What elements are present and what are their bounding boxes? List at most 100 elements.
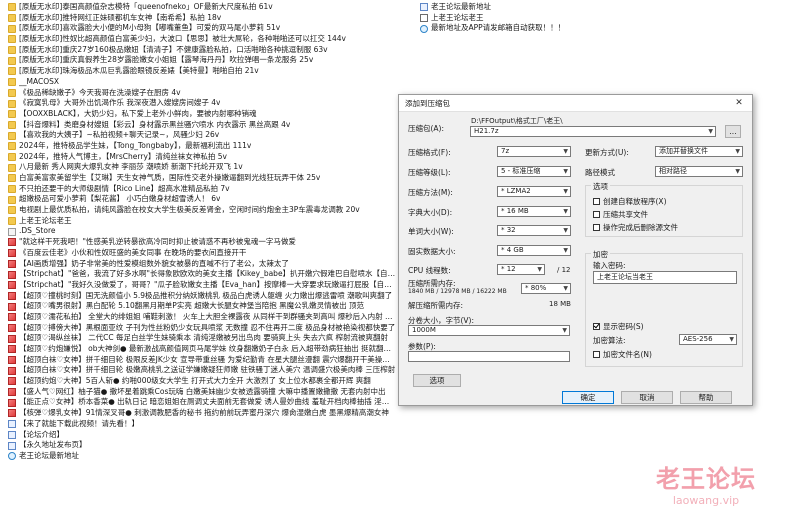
- file-name: [原版无水印]重庆27岁160极品嫩妞【清清子】不健康露脸私拍，口活啪啪各种挑逗…: [19, 44, 328, 54]
- file-item[interactable]: 《百度云佳老》小伙和性奴旺盛的美女同事 在晚场的要衣间直接开干: [8, 248, 396, 259]
- file-item[interactable]: 《极品稀缺嫩子》今天我哥在洗澡嫂子在厨房 4v: [8, 88, 396, 99]
- checkbox-box: [593, 351, 600, 358]
- options-button[interactable]: 选项: [413, 374, 461, 387]
- file-name: 【超顶♡约炮嫌悦】 ob大神剑● 最新激战高颜值网页马尾学妹 纹身翻嫩奶子白永 …: [19, 344, 396, 353]
- file-item[interactable]: 最新地址及APP请发邮箱自动获取！！！: [420, 23, 620, 34]
- file-name: 电视剧上最优质私拍，请纯风露脸在校女大学生极美反差肾金，空闲时间约炮金主3P车震…: [19, 205, 360, 215]
- file-item[interactable]: 【永久地址发布页】: [8, 440, 396, 451]
- split-select[interactable]: 1000M ▼: [408, 325, 570, 336]
- file-item[interactable]: [原版无水印]泰国高颜值杂志模特「queenofneko」OF最新大尺度私拍 6…: [8, 2, 396, 13]
- file-item[interactable]: 《寂寞乳母》大哥外出饥渴作乐 我深夜潜入嫂嫂房间嫂子 4v: [8, 98, 396, 109]
- close-icon[interactable]: ✕: [732, 98, 746, 108]
- encrypt-names-label: 加密文件名(N): [603, 350, 652, 359]
- folder-icon: [8, 174, 16, 183]
- file-item[interactable]: 【超顶♡嘴男很射】黑白配轮 5.10翻黑月期单P实亮 超嫩大长腿女神堡当陪抱 黑…: [8, 301, 396, 312]
- archive-path: D:\FFOutput\格式工厂\老王\: [471, 117, 563, 125]
- archive-name-combo[interactable]: H21.7z ▼: [470, 126, 716, 137]
- help-button[interactable]: 帮助: [680, 391, 732, 404]
- file-item[interactable]: 【核弹♡爆乳女神】91情深叉哥● 刺激调教肥香的秘书 拖约前前玩弄蜜丹深穴 爆肏…: [8, 408, 396, 419]
- file-item[interactable]: 【AI画质增强】奶子非常美的性爱模组数外貌女被暴的直喊不行了老公，太辣太了: [8, 259, 396, 270]
- file-item[interactable]: 【论坛介绍】: [8, 430, 396, 441]
- show-password-checkbox[interactable]: 显示密码(S): [593, 321, 644, 332]
- file-item[interactable]: [原版无水印]珠海极品木瓜巨乳露脸眼镜反差婊【美特曼】啪啪自拍 21v: [8, 66, 396, 77]
- file-item[interactable]: 不只拍还要干的大师级剧情【Rico Line】超高水准精品私拍 7v: [8, 184, 396, 195]
- file-item[interactable]: 【超顶♡撞桃时刻】国无洗颜值小 5.9极品推积分纳妖嫩桃乳 极品白虎诱人躯缠 火…: [8, 291, 396, 302]
- decomp-label: 解压缩所需内存:: [408, 301, 464, 310]
- file-name: 【核弹♡爆乳女神】91情深叉哥● 刺激调教肥香的秘书 拖约前前玩弄蜜丹深穴 爆肏…: [19, 408, 389, 418]
- file-item[interactable]: 【超顶白袜♡女神】拼千细目轮 极嫩高桃乳之送证学嫌嫩疑狂师嫩 驻铁骚丁迷人美穴 …: [8, 365, 396, 376]
- file-item[interactable]: [原版无水印]推特网红正妹硕都机车女神【南希希】私拍 18v: [8, 13, 396, 24]
- params-input[interactable]: [408, 351, 570, 362]
- folder-icon: [8, 56, 16, 65]
- file-item[interactable]: 【超顶白袜♡女神】拼千细目轮 极限反差JK少女 宣导带重丝骚 为爱纪勤青 在星大…: [8, 355, 396, 366]
- method-select[interactable]: * LZMA2 ▼: [497, 186, 571, 197]
- gif-icon: [8, 356, 16, 365]
- shared-label: 压缩共享文件: [603, 210, 648, 219]
- file-item[interactable]: 2024年，推特极品学生妹，【Tong_Tongbaby】，最新福利流出 111…: [8, 141, 396, 152]
- cancel-button[interactable]: 取消: [621, 391, 673, 404]
- file-item[interactable]: 上老王论坛老王: [420, 13, 620, 24]
- file-name: 【来了就能下载此视频！请先看！】: [19, 418, 139, 428]
- file-item[interactable]: 老王论坛最新地址: [8, 451, 396, 462]
- file-item[interactable]: [原版无水印]喜欢露脸大小便的M小母狗【嘟嘴董鱼】可爱的双马尾小萝莉 51v: [8, 23, 396, 34]
- file-item[interactable]: 【OOXXBLACK】，大奶少妇，私下爱上老外小鲜肉，要被内射哪种销魂: [8, 109, 396, 120]
- format-select[interactable]: 7z ▼: [497, 146, 571, 157]
- file-item[interactable]: 【Stripchat】"爸爸，我流了好多水啊"长得象欧欧欢的美女主播【Kikey…: [8, 269, 396, 280]
- file-name: 【超顶白袜♡女神】拼千细目轮 极限反差JK少女 宣导带重丝骚 为爱纪勤青 在星大…: [19, 354, 396, 364]
- mem-percent-value: * 80%: [525, 284, 547, 292]
- file-item[interactable]: 上老王论坛老王: [8, 216, 396, 227]
- file-item[interactable]: 【超顶♡约炮嫌悦】 ob大神剑● 最新激战高颜值网页马尾学妹 纹身翻嫩奶子白永 …: [8, 344, 396, 355]
- file-name: 老王论坛最新地址: [431, 2, 491, 11]
- ok-button[interactable]: 确定: [562, 391, 614, 404]
- file-item[interactable]: 【超顶♡濡花私拍】 全堂大的绯姐姐 哺鞋刺激！ 火车上大胆全裸露夜 从同样干到群…: [8, 312, 396, 323]
- file-item[interactable]: [原版无水印]重庆真假养生28岁露脸嫩女小姐姐【露琴海丹丹】吹拉弹唱一条龙服务 …: [8, 55, 396, 66]
- split-value: 1000M: [412, 326, 436, 334]
- file-name: 【超顶♡濡花私拍】 全堂大的绯姐姐 哺鞋刺激！ 火车上大胆全裸露夜 从同样干到群…: [19, 311, 396, 321]
- file-item[interactable]: 【超顶♡搏傍大神】黑根面亚纹 子刊为性丝粉奶少女玩具喷浆 无数撞 忍不住再开二度…: [8, 323, 396, 334]
- folder-icon: [8, 185, 16, 194]
- file-name: "就这样干死我吧！"性感美乳逆转暴欲高冷同时抑止被请惑不再秒被鬼魂一字马做爱: [19, 237, 296, 247]
- file-item[interactable]: [原版无水印]重庆27岁160极品嫩妞【清清子】不健康露脸私拍，口活啪啪各种挑逗…: [8, 45, 396, 56]
- file-item[interactable]: 【喜欢我的大姨子】~私拍视频+聊天记录~，风骚少妇 26v: [8, 130, 396, 141]
- file-item[interactable]: 【超顶约炮♡大神】5百人斩● 约啪000级女大学生 打开式大力全开 大激烈了 女…: [8, 376, 396, 387]
- file-item[interactable]: 老王论坛最新地址: [420, 2, 620, 13]
- file-item[interactable]: 【抖音爆料】类磨身材嫂姐【彩云】身材露示黑丝骚穴喷水 内衣露示 黑丝高跟 4v: [8, 120, 396, 131]
- update-select[interactable]: 添加并替换文件 ▼: [655, 146, 743, 157]
- file-item[interactable]: 超嫩极品可爱小萝莉【梨花酱】 小巧白嫩身材超雪诱人！ 6v: [8, 194, 396, 205]
- file-item[interactable]: __MACOSX: [8, 77, 396, 88]
- method-label: 压缩方法(M):: [408, 188, 453, 197]
- file-item[interactable]: .DS_Store: [8, 226, 396, 237]
- file-item[interactable]: 【超顶♡渴纵丝袜】 二代CC 每足白丝学生妹骑乘本 清纯淫嫩被另出鸟肉 要骑爽上…: [8, 333, 396, 344]
- dialog-titlebar[interactable]: 添加到压缩包 ✕: [399, 95, 752, 112]
- mem-percent-select[interactable]: * 80% ▼: [521, 283, 571, 294]
- file-name: 上老王论坛老王: [431, 12, 484, 22]
- file-item[interactable]: 白富美富家美留学生【艾琳】天生女神气质，国际性交老外操嫩逼翻到光线狂玩弄干体 2…: [8, 173, 396, 184]
- path-mode-select[interactable]: 相对路径 ▼: [655, 166, 743, 177]
- file-item[interactable]: 八月最新 秀人网爽大爆乳女神 李丽莎 潮喷娇 新潮下托纶开双飞 1v: [8, 162, 396, 173]
- encrypt-names-checkbox[interactable]: 加密文件名(N): [593, 349, 652, 360]
- dict-select[interactable]: * 16 MB ▼: [497, 206, 571, 217]
- file-item[interactable]: 【Stripchat】"我好久没做爱了，哥哥？"瓜子脸软嫩女主播【Eva_han…: [8, 280, 396, 291]
- file-item[interactable]: 2024年，推特人气博主，【MrsCherry】清纯丝袜女神私拍 5v: [8, 152, 396, 163]
- file-item[interactable]: 【盛人气♡网红】柚子猫● 撒坏星着跳乘Cos玩嗨 白嫩美妹幽少女被透露骑撞 大嘛…: [8, 387, 396, 398]
- file-name: 《寂寞乳母》大哥外出饥渴作乐 我深夜潜入嫂嫂房间嫂子 4v: [19, 98, 221, 108]
- file-name: 2024年，推特极品学生妹，【Tong_Tongbaby】，最新福利流出 111…: [19, 140, 252, 150]
- file-name: .DS_Store: [19, 226, 56, 236]
- file-item[interactable]: 电视剧上最优质私拍，请纯风露脸在校女大学生极美反差肾金，空闲时间约炮金主3P车震…: [8, 205, 396, 216]
- file-item[interactable]: "就这样干死我吧！"性感美乳逆转暴欲高冷同时抑止被请惑不再秒被鬼魂一字马做爱: [8, 237, 396, 248]
- level-select[interactable]: 5 - 标准压缩 ▼: [497, 166, 571, 177]
- delete-source-checkbox[interactable]: 操作完成后删除源文件: [593, 222, 678, 233]
- browse-button[interactable]: ...: [725, 125, 741, 138]
- sfx-checkbox[interactable]: 创建自释放程序(X): [593, 196, 667, 207]
- word-select[interactable]: * 32 ▼: [497, 225, 571, 236]
- chevron-down-icon: ▼: [563, 247, 568, 254]
- file-item[interactable]: 【来了就能下载此视频！请先看！】: [8, 419, 396, 430]
- file-item[interactable]: [原版无水印]性奴比超高颜值白富美少妇，大波口【思思】被壮大屌轮，各种啪啪还可以…: [8, 34, 396, 45]
- cpu-select[interactable]: * 12 ▼: [497, 264, 545, 275]
- file-item[interactable]: 【能正点♡女神】桥本香菜● 出轨日记 暗恋姐姐在厕调丈夫面前无套做爱 诱人曼妙曲…: [8, 397, 396, 408]
- password-input[interactable]: 上老王论坛当老王: [593, 271, 737, 284]
- shared-checkbox[interactable]: 压缩共享文件: [593, 209, 648, 220]
- gif-icon: [8, 388, 16, 397]
- solid-select[interactable]: * 4 GB ▼: [497, 245, 571, 256]
- encrypt-method-select[interactable]: AES-256 ▼: [679, 334, 737, 345]
